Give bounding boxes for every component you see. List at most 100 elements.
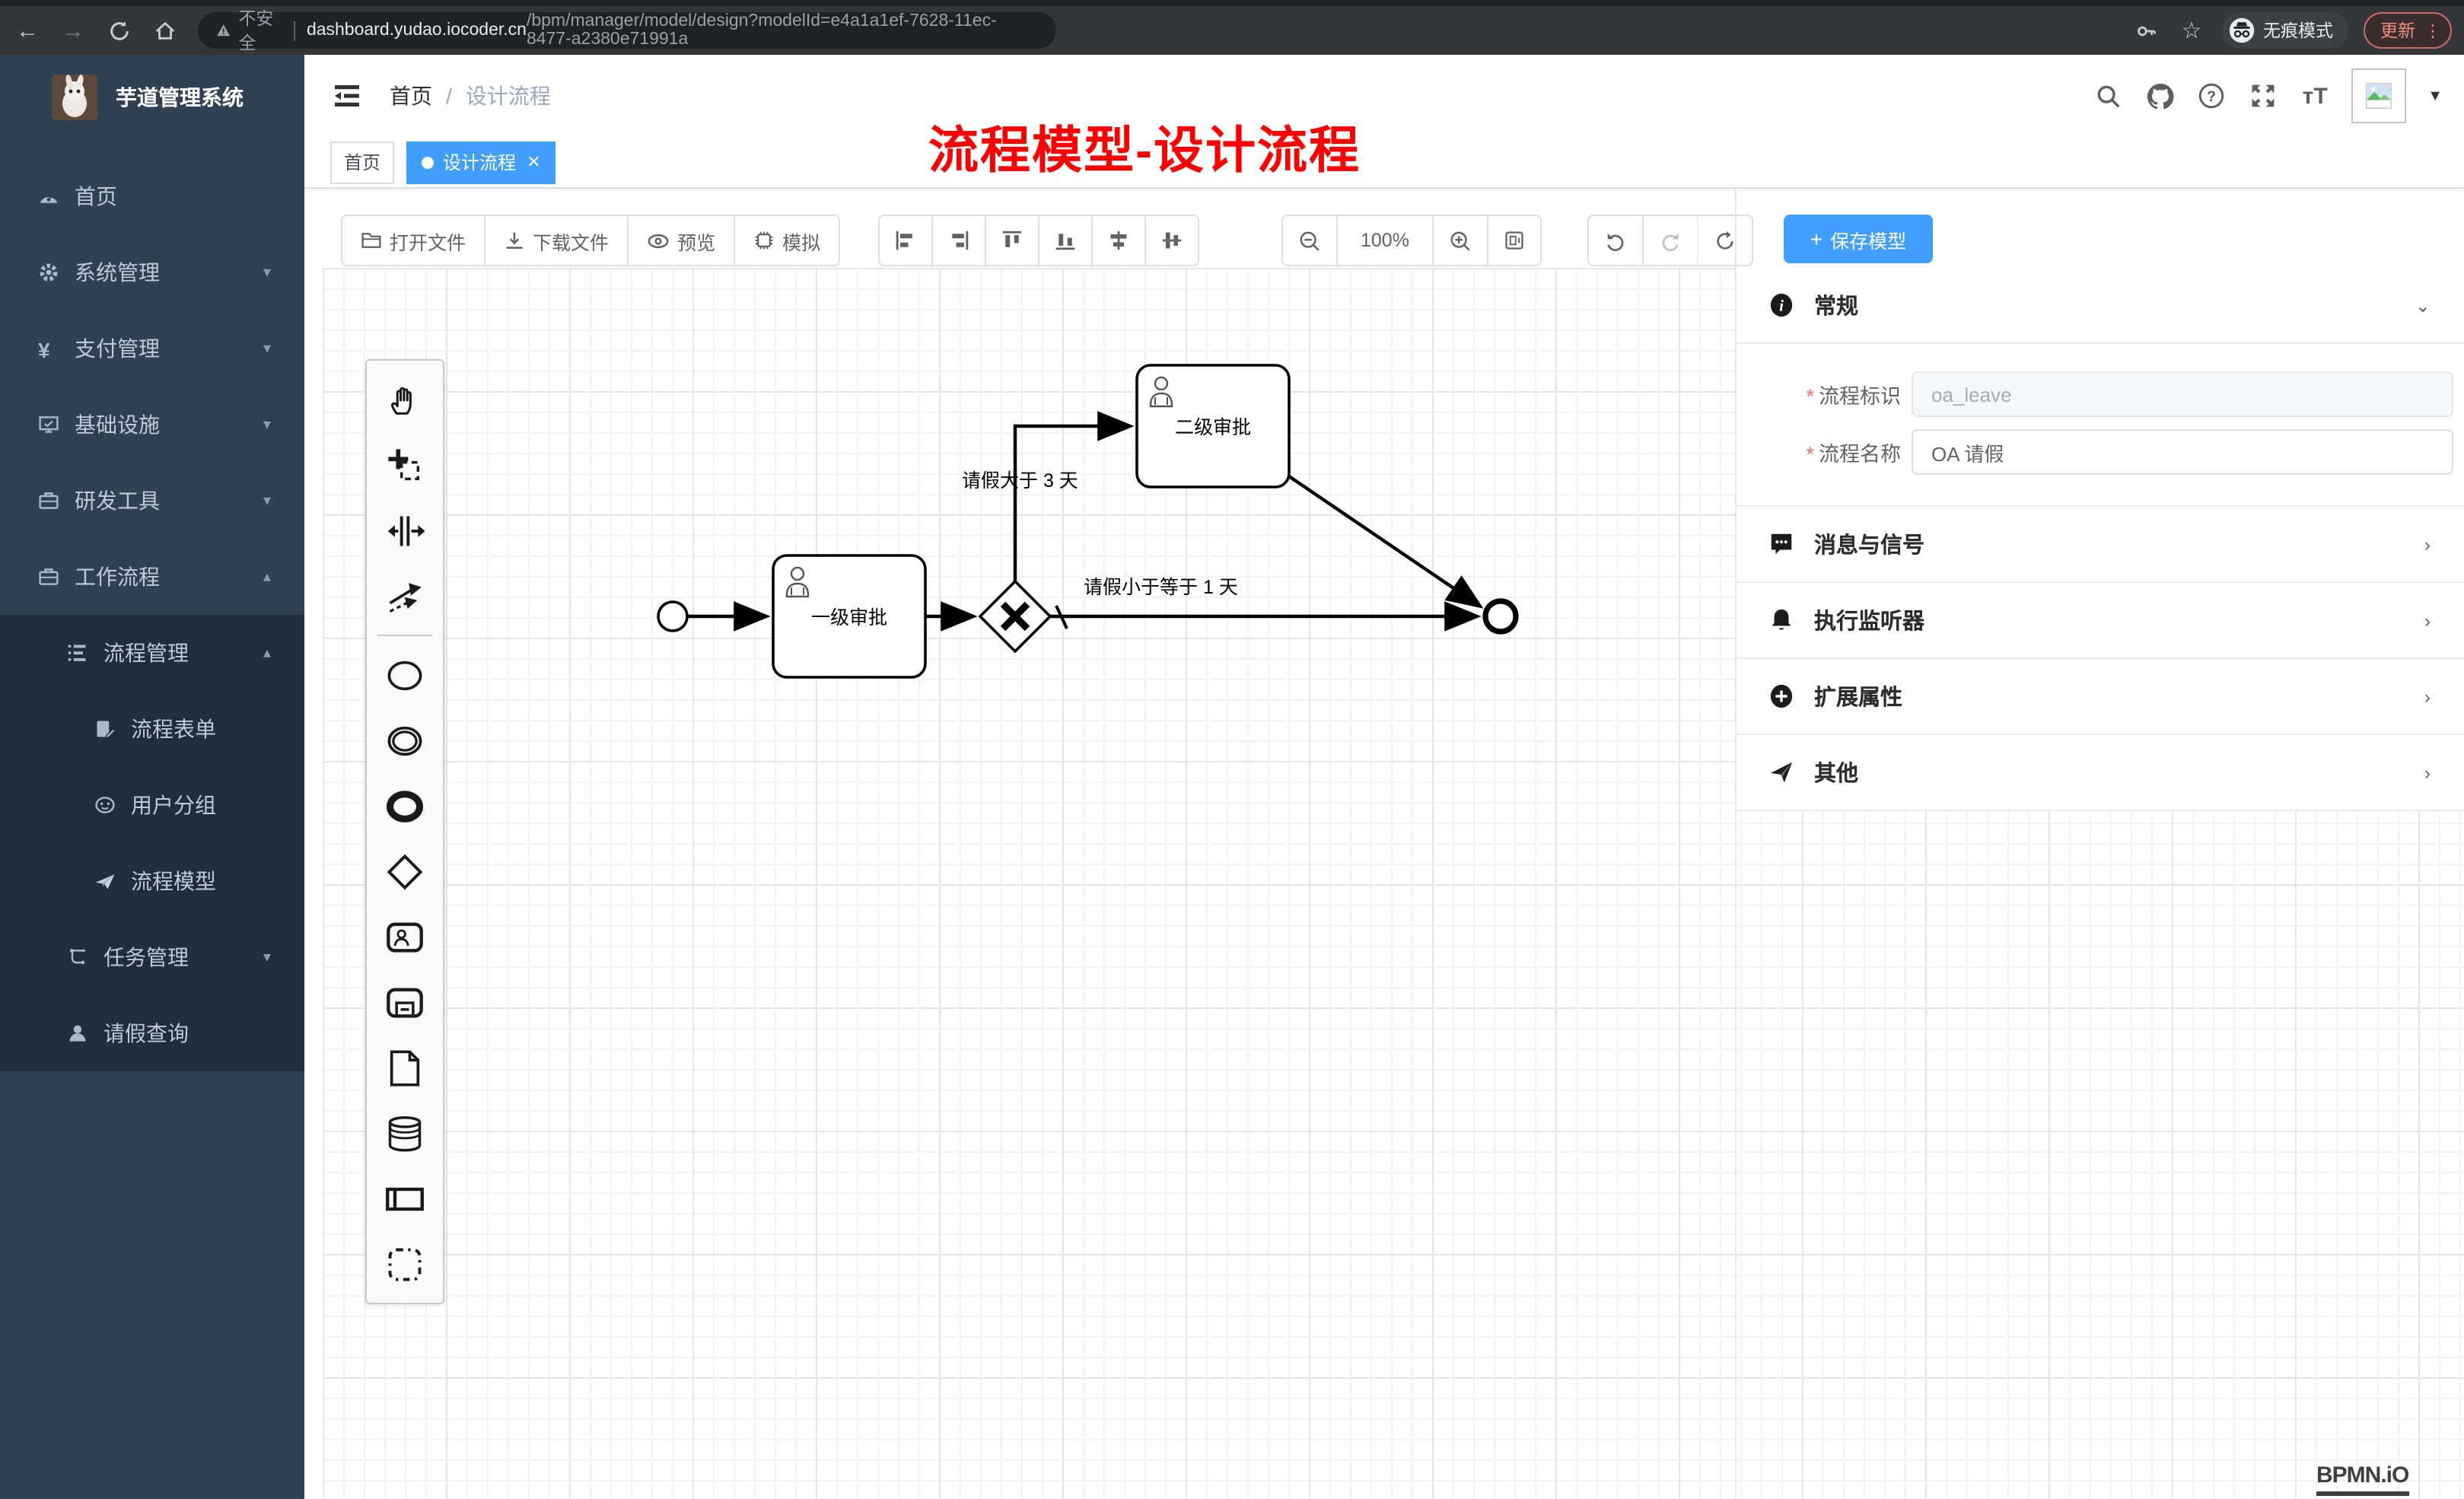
process-name-input[interactable] <box>1912 429 2453 475</box>
user-task-2-node[interactable]: 二级审批 <box>1137 365 1289 487</box>
process-key-input[interactable] <box>1912 371 2453 417</box>
bpmn-diagram: 请假大于 3 天 请假小于等于 1 天 一级审批 <box>323 268 1735 1120</box>
redo-button[interactable] <box>1644 216 1698 265</box>
create-participant-icon[interactable] <box>373 1166 437 1231</box>
open-file-button[interactable]: 打开文件 <box>342 216 485 265</box>
align-left-button[interactable] <box>880 216 933 265</box>
align-right-icon <box>948 230 969 251</box>
undo-icon <box>1604 229 1627 252</box>
github-icon[interactable] <box>2144 81 2175 111</box>
breadcrumb-home[interactable]: 首页 <box>390 81 432 111</box>
browser-forward-icon[interactable]: → <box>55 12 91 49</box>
sidebar-item-label: 系统管理 <box>75 257 160 288</box>
people-face-icon <box>94 794 116 816</box>
help-icon[interactable]: ? <box>2196 81 2227 111</box>
flow-task2-to-end[interactable] <box>1289 476 1479 606</box>
sidebar-item-system[interactable]: 系统管理 ▾ <box>0 234 304 310</box>
redo-icon <box>1659 229 1682 252</box>
section-extended-properties[interactable]: 扩展属性 › <box>1737 659 2464 735</box>
browser-home-icon[interactable] <box>146 12 183 49</box>
app-navbar: 首页 / 设计流程 ? ᴛT ▼ <box>304 55 2464 137</box>
sidebar-item-workflow[interactable]: 工作流程 ▴ <box>0 539 304 615</box>
align-center-vertical-button[interactable] <box>1146 216 1198 265</box>
start-event-node[interactable] <box>658 602 687 631</box>
sidebar-item-payment[interactable]: ¥ 支付管理 ▾ <box>0 310 304 387</box>
zoom-in-button[interactable] <box>1434 216 1488 265</box>
zoom-out-button[interactable] <box>1283 216 1338 265</box>
fullscreen-icon[interactable] <box>2248 81 2278 111</box>
sidebar-item-label: 任务管理 <box>103 942 189 972</box>
avatar-caret-icon[interactable]: ▼ <box>2427 88 2443 104</box>
process-name-row: *流程名称 <box>1737 429 2464 475</box>
undo-button[interactable] <box>1589 216 1644 265</box>
section-other[interactable]: 其他 › <box>1737 735 2464 811</box>
app-logo <box>52 75 97 120</box>
browser-update-button[interactable]: 更新 ⋮ <box>2364 12 2452 49</box>
font-size-icon[interactable]: ᴛT <box>2300 81 2330 111</box>
align-center-horizontal-button[interactable] <box>1093 216 1146 265</box>
section-message-signal[interactable]: 消息与信号 › <box>1737 507 2464 583</box>
sidebar-item-label: 流程表单 <box>131 714 216 744</box>
flow-label-le1day[interactable]: 请假小于等于 1 天 <box>1084 577 1238 598</box>
sidebar-item-user-group[interactable]: 用户分组 <box>0 767 304 843</box>
workflow-submenu: 流程管理 ▴ 流程表单 用户分组 流程模型 <box>0 615 304 1071</box>
tag-close-icon[interactable]: ✕ <box>527 152 540 172</box>
bpmn-io-watermark[interactable]: BPMN.iO <box>2316 1464 2408 1495</box>
align-center-vertical-icon <box>1161 230 1183 251</box>
sidebar-item-task-management[interactable]: 任务管理 ▾ <box>0 919 304 995</box>
url-domain: dashboard.yudao.iocoder.cn <box>307 21 527 40</box>
browser-reload-icon[interactable] <box>100 12 137 49</box>
sidebar-item-process-model[interactable]: 流程模型 <box>0 843 304 919</box>
search-icon[interactable] <box>2093 81 2123 111</box>
security-label[interactable]: 不安全 <box>238 6 281 55</box>
sidebar-collapse-icon[interactable] <box>332 81 362 111</box>
zoom-out-icon <box>1298 229 1321 252</box>
process-key-row: *流程标识 <box>1737 371 2464 417</box>
align-bottom-button[interactable] <box>1039 216 1093 265</box>
align-top-button[interactable] <box>986 216 1039 265</box>
align-right-button[interactable] <box>933 216 986 265</box>
sidebar-logo-row[interactable]: 芋道管理系统 <box>0 55 304 140</box>
form-edit-icon <box>94 718 116 740</box>
fit-viewport-icon <box>1504 230 1525 251</box>
sidebar-item-process-form[interactable]: 流程表单 <box>0 691 304 767</box>
browser-menu-kebab-icon[interactable]: ⋮ <box>2424 21 2441 40</box>
preview-button[interactable]: 预览 <box>629 216 735 265</box>
history-toolbar-group <box>1587 215 1753 266</box>
user-task-1-node[interactable]: 一级审批 <box>773 555 925 677</box>
task2-label: 二级审批 <box>1175 417 1251 438</box>
warning-icon <box>216 21 231 40</box>
section-general[interactable]: i 常规 ⌄ <box>1737 268 2464 344</box>
flow-gateway-to-task2[interactable] <box>1015 426 1129 581</box>
bookmark-star-icon[interactable]: ☆ <box>2173 12 2210 49</box>
flow-label-gt3days[interactable]: 请假大于 3 天 <box>962 470 1078 492</box>
simulate-button[interactable]: 模拟 <box>735 216 839 265</box>
tag-design-process[interactable]: 设计流程 ✕ <box>406 141 556 183</box>
browser-address-bar[interactable]: 不安全 dashboard.yudao.iocoder.cn/bpm/manag… <box>198 12 1056 49</box>
end-event-node[interactable] <box>1485 601 1516 632</box>
sidebar-item-leave-query[interactable]: 请假查询 <box>0 995 304 1071</box>
exclusive-gateway-node[interactable] <box>980 581 1050 651</box>
tree-list-icon <box>67 642 88 664</box>
sidebar-item-home[interactable]: 首页 <box>0 158 304 234</box>
breadcrumb-current: 设计流程 <box>466 81 551 111</box>
sidebar-item-devtools[interactable]: 研发工具 ▾ <box>0 463 304 539</box>
tag-home[interactable]: 首页 <box>330 141 394 183</box>
svg-text:?: ? <box>2207 88 2216 105</box>
sidebar-item-process-management[interactable]: 流程管理 ▴ <box>0 615 304 691</box>
browser-back-icon[interactable]: ← <box>9 12 46 49</box>
fit-viewport-button[interactable] <box>1488 216 1540 265</box>
properties-panel: i 常规 ⌄ *流程标识 *流程名称 消息与信号 <box>1735 189 2464 1499</box>
zoom-level: 100% <box>1338 216 1434 265</box>
align-top-icon <box>1001 230 1023 251</box>
dashboard-icon <box>38 186 59 207</box>
briefcase-icon <box>38 566 59 587</box>
avatar[interactable] <box>2351 68 2406 123</box>
download-file-button[interactable]: 下载文件 <box>485 216 629 265</box>
section-execution-listener[interactable]: 执行监听器 › <box>1737 583 2464 659</box>
zoom-toolbar-group: 100% <box>1281 215 1542 266</box>
password-key-icon[interactable] <box>2128 12 2164 49</box>
sidebar-item-infrastructure[interactable]: 基础设施 ▾ <box>0 387 304 463</box>
create-group-icon[interactable] <box>373 1231 437 1297</box>
sidebar-item-label: 用户分组 <box>131 790 216 820</box>
